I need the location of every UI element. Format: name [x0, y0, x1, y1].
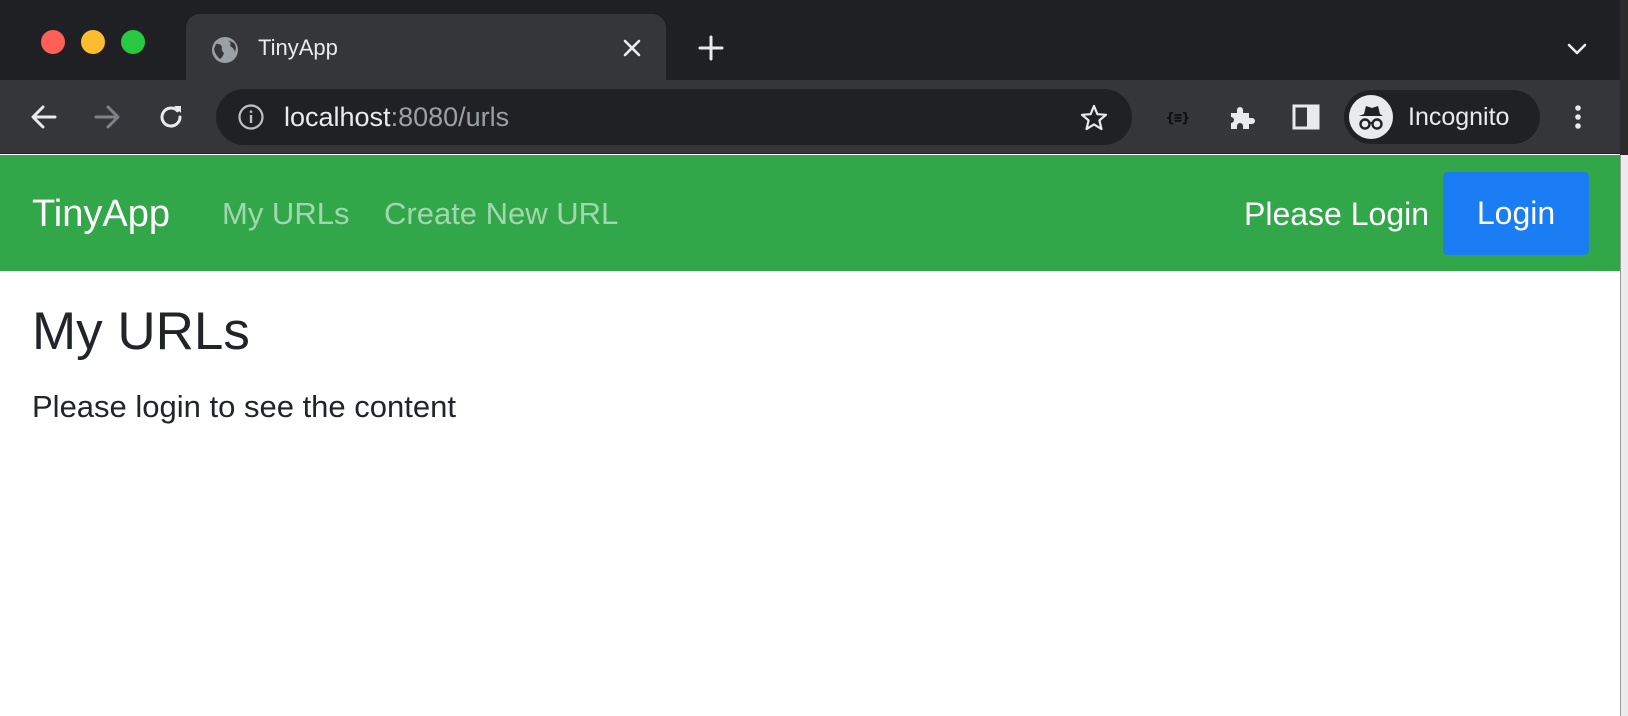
- tab-strip: TinyApp: [0, 0, 1620, 80]
- main-content: My URLs Please login to see the content: [32, 300, 456, 425]
- plus-icon[interactable]: [696, 33, 726, 63]
- tab-title: TinyApp: [258, 35, 338, 60]
- login-prompt-text: Please login to see the content: [32, 389, 456, 424]
- login-button[interactable]: Login: [1443, 172, 1589, 255]
- minimize-window-button[interactable]: [81, 30, 105, 54]
- zoom-window-button[interactable]: [121, 30, 145, 54]
- incognito-profile-button[interactable]: Incognito: [1344, 90, 1540, 144]
- nav-my-urls[interactable]: My URLs: [222, 196, 349, 232]
- url-host: localhost: [284, 102, 391, 132]
- side-panel-icon[interactable]: [1290, 101, 1322, 133]
- browser-window: TinyApp localhost:8080/urls {≡} Incognit…: [0, 0, 1620, 716]
- login-status-text: Please Login: [1244, 196, 1430, 232]
- svg-text:{≡}: {≡}: [1166, 111, 1189, 126]
- incognito-icon: [1359, 106, 1383, 130]
- browser-toolbar: localhost:8080/urls {≡} Incognito: [0, 80, 1620, 154]
- back-arrow-icon[interactable]: [28, 101, 60, 133]
- brand-link[interactable]: TinyApp: [32, 192, 170, 236]
- profile-label: Incognito: [1408, 103, 1510, 131]
- forward-arrow-icon[interactable]: [91, 101, 123, 133]
- close-icon[interactable]: [618, 34, 646, 62]
- url-path: :8080/urls: [390, 102, 510, 132]
- chevron-down-icon[interactable]: [1565, 37, 1589, 61]
- tab-tinyapp[interactable]: TinyApp: [186, 14, 666, 80]
- json-viewer-icon[interactable]: {≡}: [1162, 101, 1194, 133]
- reload-icon[interactable]: [155, 101, 187, 133]
- close-window-button[interactable]: [41, 30, 65, 54]
- page-title: My URLs: [32, 302, 250, 361]
- site-navbar: TinyApp My URLs Create New URL Please Lo…: [0, 155, 1620, 271]
- star-icon[interactable]: [1078, 102, 1110, 134]
- avatar: [1349, 95, 1393, 139]
- info-icon[interactable]: [236, 102, 266, 132]
- more-vert-icon[interactable]: [1562, 101, 1594, 133]
- address-bar[interactable]: localhost:8080/urls: [216, 89, 1132, 145]
- nav-create-new-url[interactable]: Create New URL: [384, 196, 618, 232]
- background-window-edge-top: [1620, 0, 1628, 155]
- puzzle-icon[interactable]: [1226, 101, 1258, 133]
- url-text[interactable]: localhost:8080/urls: [284, 102, 509, 132]
- globe-icon: [212, 37, 238, 63]
